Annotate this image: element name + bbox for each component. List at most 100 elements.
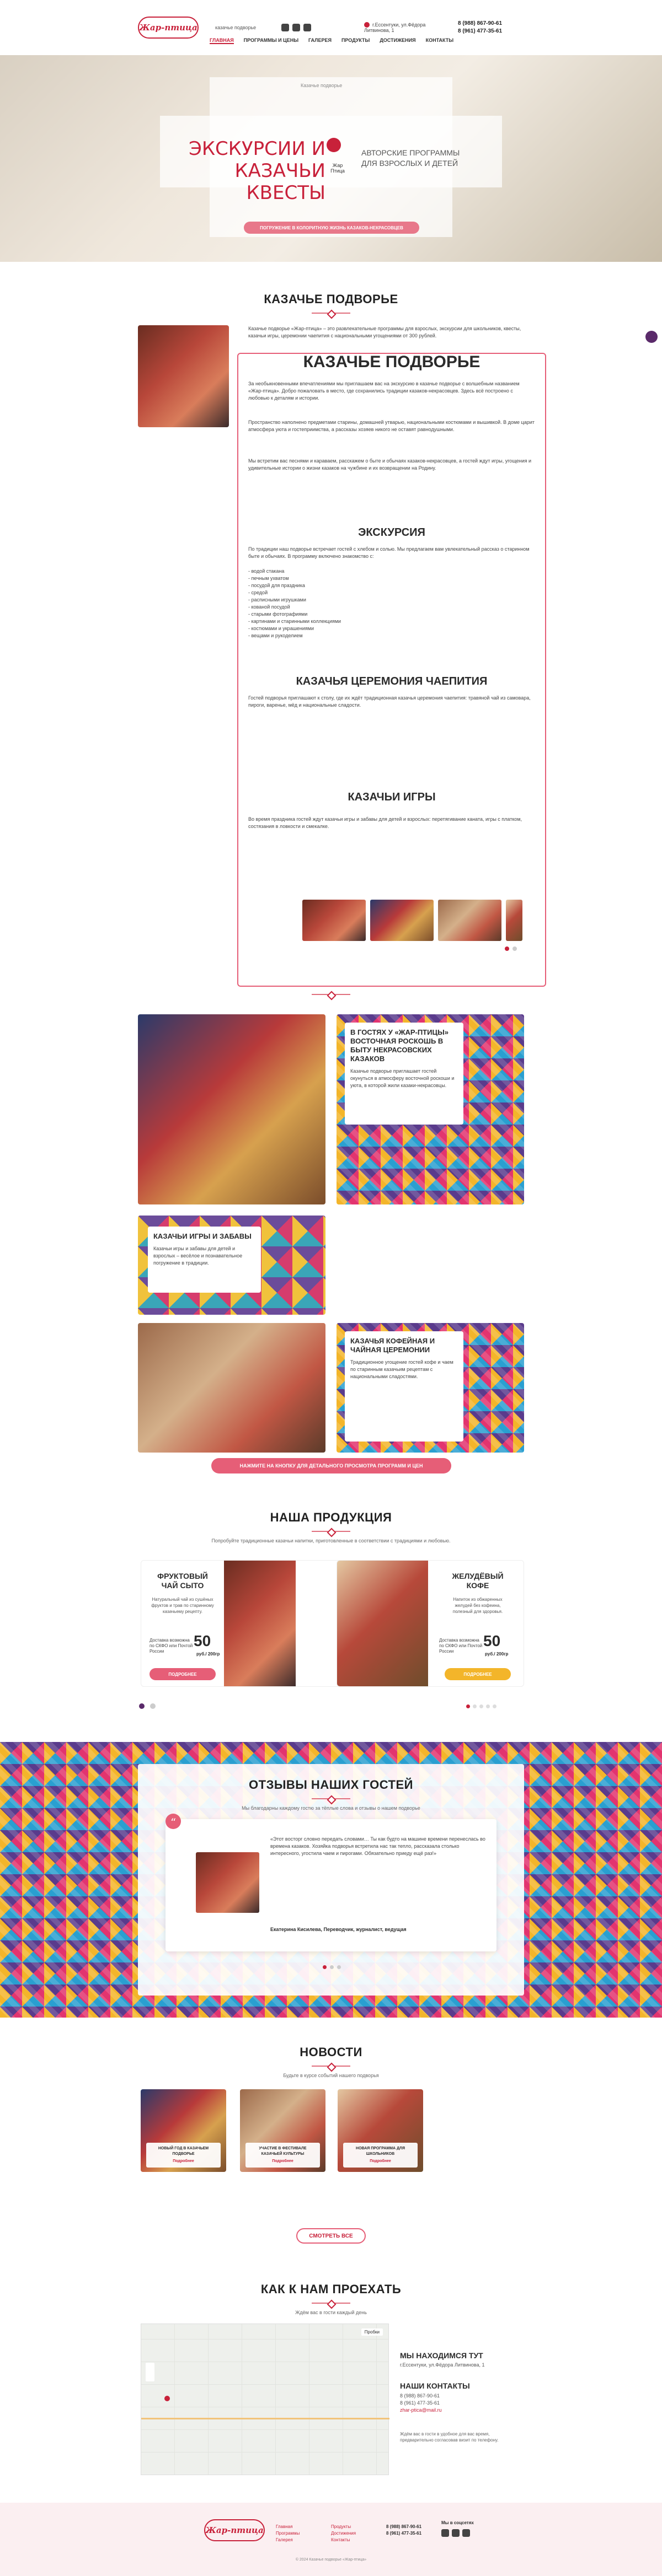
youtube-icon[interactable] xyxy=(462,2529,470,2537)
gallery-thumb[interactable] xyxy=(438,900,501,941)
hero-title: ЭКСКУРСИИ И КАЗАЧЬИ КВЕСТЫ xyxy=(189,138,325,204)
footer-logo[interactable]: Жар-птица xyxy=(204,2519,265,2541)
where-address: г.Ессентуки, ул.Фёдора Литвинова, 1 xyxy=(400,2362,485,2368)
contact-email[interactable]: zhar-ptica@mail.ru xyxy=(400,2407,442,2414)
news-card[interactable]: НОВАЯ ПРОГРАММА ДЛЯ ШКОЛЬНИКОВ Подробнее xyxy=(338,2089,423,2172)
ornament-divider xyxy=(312,992,350,997)
footer-link[interactable]: Программы xyxy=(276,2530,300,2537)
map-zoom-control[interactable] xyxy=(146,2363,154,2381)
excursion-text: По традиции наш подворье встречает госте… xyxy=(248,546,530,559)
slider-dot[interactable] xyxy=(505,946,509,951)
footer-link[interactable]: Контакты xyxy=(331,2537,356,2543)
instagram-icon[interactable] xyxy=(452,2529,460,2537)
contacts-list: 8 (988) 867-90-61 8 (961) 477-35-61 zhar… xyxy=(400,2392,442,2414)
product-delivery: Доставка возможна по СКФО или Почтой Рос… xyxy=(439,1638,483,1654)
slider-dot[interactable] xyxy=(486,1704,490,1708)
slider-dot[interactable] xyxy=(493,1704,496,1708)
feature-title: В ГОСТЯХ У «ЖАР-ПТИЦЫ» ВОСТОЧНАЯ РОСКОШЬ… xyxy=(350,1028,449,1063)
slider-dot[interactable] xyxy=(479,1704,483,1708)
feature-card: КАЗАЧЬЯ КОФЕЙНАЯ И ЧАЙНАЯ ЦЕРЕМОНИИ Трад… xyxy=(345,1331,463,1442)
map-road xyxy=(141,2418,389,2419)
hero-button[interactable]: ПОГРУЖЕНИЕ В КОЛОРИТНУЮ ЖИЗНЬ КАЗАКОВ-НЕ… xyxy=(244,222,419,234)
contacts-title: КАК К НАМ ПРОЕХАТЬ xyxy=(260,2282,402,2296)
footer-links-2: Продукты Достижения Контакты xyxy=(331,2524,356,2543)
news-title: НОВОСТИ xyxy=(300,2045,362,2059)
site-subtitle: казачье подворье xyxy=(215,25,257,30)
intro-text: Казачье подворье «Жар-птица» – это развл… xyxy=(248,326,521,338)
product-more-button[interactable]: ПОДРОБНЕЕ xyxy=(445,1668,511,1680)
product-name: ЖЕЛУДЁВЫЙ КОФЕ xyxy=(452,1572,504,1590)
product-unit: руб./ 200гр xyxy=(485,1652,509,1657)
hero-brand: Жар Птица xyxy=(330,163,345,174)
slider-dot[interactable] xyxy=(512,946,517,951)
nav-programs[interactable]: ПРОГРАММЫ И ЦЕНЫ xyxy=(244,37,298,44)
news-card[interactable]: УЧАСТИЕ В ФЕСТИВАЛЕ КАЗАЧЬЕЙ КУЛЬТУРЫ Под… xyxy=(240,2089,325,2172)
products-arrows xyxy=(139,1703,156,1709)
product-price: 50 xyxy=(194,1632,211,1649)
map[interactable]: Пробки xyxy=(141,2324,389,2475)
programs-button[interactable]: НАЖМИТЕ НА КНОПКУ ДЛЯ ДЕТАЛЬНОГО ПРОСМОТ… xyxy=(211,1458,451,1473)
nav-contacts[interactable]: КОНТАКТЫ xyxy=(426,37,453,44)
slider-dot[interactable] xyxy=(473,1704,477,1708)
footer-links-1: Главная Программы Галерея xyxy=(276,2524,300,2543)
slider-dot[interactable] xyxy=(330,1965,334,1969)
products-subtitle: Попробуйте традиционные казачьи напитки,… xyxy=(211,1538,451,1544)
map-traffic-button[interactable]: Пробки xyxy=(361,2328,383,2336)
tea-heading: КАЗАЧЬЯ ЦЕРЕМОНИЯ ЧАЕПИТИЯ xyxy=(296,675,488,687)
youtube-icon[interactable] xyxy=(303,24,311,31)
news-heading: НОВОСТИ Будьте в курсе событий нашего по… xyxy=(0,2045,662,2078)
ornament-divider xyxy=(312,311,350,315)
gallery-thumb[interactable] xyxy=(370,900,434,941)
feature-title: КАЗАЧЬЯ КОФЕЙНАЯ И ЧАЙНАЯ ЦЕРЕМОНИИ xyxy=(350,1337,435,1354)
nav-products[interactable]: ПРОДУКТЫ xyxy=(341,37,370,44)
site-footer: Жар-птица Главная Программы Галерея Продук… xyxy=(0,2503,662,2576)
all-news-button[interactable]: СМОТРЕТЬ ВСЕ xyxy=(296,2228,366,2244)
footer-link[interactable]: Достижения xyxy=(331,2530,356,2537)
product-more-button[interactable]: ПОДРОБНЕЕ xyxy=(150,1668,216,1680)
slider-dot[interactable] xyxy=(466,1704,470,1708)
vk-icon[interactable] xyxy=(441,2529,449,2537)
instagram-icon[interactable] xyxy=(292,24,300,31)
site-logo[interactable]: Жар-птица xyxy=(138,17,199,39)
vk-icon[interactable] xyxy=(281,24,289,31)
footer-link[interactable]: Главная xyxy=(276,2524,300,2530)
news-title: НОВЫЙ ГОД В КАЗАЧЬЕМ ПОДВОРЬЕ xyxy=(158,2147,209,2156)
news-more[interactable]: Подробнее xyxy=(249,2159,317,2164)
hero-photo xyxy=(138,325,229,427)
footer-link[interactable]: Галерея xyxy=(276,2537,300,2543)
gallery-thumb[interactable] xyxy=(506,900,522,941)
review-text: «Этот восторг словно передать словами… Т… xyxy=(270,1836,485,1856)
products-dots xyxy=(466,1704,496,1708)
breadcrumb[interactable]: Казачье подворье xyxy=(301,83,342,88)
contact-phone[interactable]: 8 (988) 867-90-61 xyxy=(400,2392,442,2400)
contacts-subtitle: Ждём вас в гости каждый день xyxy=(295,2310,367,2315)
header-phones[interactable]: 8 (988) 867-90-61 8 (961) 477-35-61 xyxy=(458,20,524,35)
gallery-thumb[interactable] xyxy=(302,900,366,941)
footer-phones: 8 (988) 867-90-61 8 (961) 477-35-61 xyxy=(386,2524,422,2536)
products-title: НАША ПРОДУКЦИЯ xyxy=(270,1510,392,1524)
news-card[interactable]: НОВЫЙ ГОД В КАЗАЧЬЕМ ПОДВОРЬЕ Подробнее xyxy=(141,2089,226,2172)
next-arrow-icon[interactable] xyxy=(150,1703,156,1709)
paragraph-1: За необыкновенными впечатлениями мы приг… xyxy=(248,381,520,401)
news-subtitle: Будьте в курсе событий нашего подворья xyxy=(283,2073,379,2078)
scroll-up-button[interactable] xyxy=(645,331,658,343)
reviews-heading: ОТЗЫВЫ НАШИХ ГОСТЕЙ Мы благодарны каждом… xyxy=(0,1778,662,1811)
contacts-subheading: НАШИ КОНТАКТЫ xyxy=(400,2381,470,2390)
map-pin-icon[interactable] xyxy=(164,2396,170,2401)
contact-phone[interactable]: 8 (961) 477-35-61 xyxy=(400,2400,442,2407)
news-more[interactable]: Подробнее xyxy=(346,2159,414,2164)
ornament-divider xyxy=(312,1797,350,1801)
footer-link[interactable]: Продукты xyxy=(331,2524,356,2530)
product-name: ФРУКТОВЫЙ ЧАЙ СЫТО xyxy=(157,1572,208,1590)
nav-achievements[interactable]: ДОСТИЖЕНИЯ xyxy=(380,37,415,44)
nav-home[interactable]: ГЛАВНАЯ xyxy=(210,37,234,44)
prev-arrow-icon[interactable] xyxy=(139,1703,145,1709)
ornament-divider xyxy=(312,2301,350,2305)
feature-text: Казачье подворье приглашает гостей окуну… xyxy=(350,1068,455,1088)
slider-dot[interactable] xyxy=(337,1965,341,1969)
news-more[interactable]: Подробнее xyxy=(150,2159,217,2164)
slider-dot[interactable] xyxy=(323,1965,327,1969)
hero-subtitle: АВТОРСКИЕ ПРОГРАММЫ ДЛЯ ВЗРОСЛЫХ И ДЕТЕЙ xyxy=(361,148,460,168)
product-card: ЖЕЛУДЁВЫЙ КОФЕ Напиток из обжаренных жел… xyxy=(337,1560,524,1687)
nav-gallery[interactable]: ГАЛЕРЕЯ xyxy=(308,37,332,44)
